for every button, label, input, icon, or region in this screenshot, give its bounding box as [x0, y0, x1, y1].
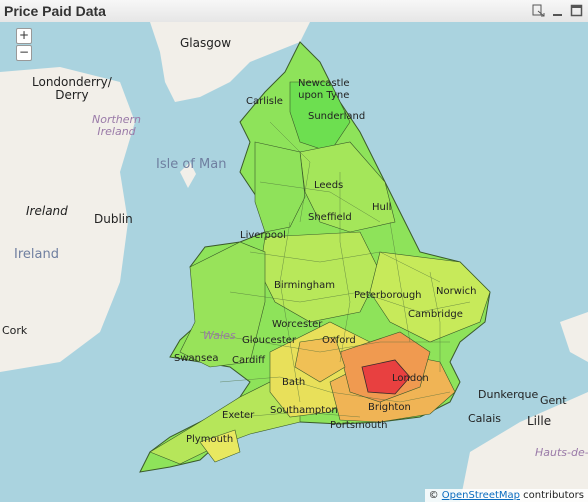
- window-title: Price Paid Data: [4, 3, 106, 19]
- label-gent: Gent: [540, 394, 567, 407]
- label-lille: Lille: [527, 414, 552, 428]
- label-carlisle: Carlisle: [246, 96, 283, 107]
- label-gloucester: Gloucester: [242, 335, 297, 346]
- attribution-prefix: ©: [428, 490, 442, 501]
- label-londonderry: Londonderry/ Derry: [32, 75, 112, 102]
- label-swansea: Swansea: [174, 353, 219, 364]
- label-sheffield: Sheffield: [308, 212, 352, 223]
- window-controls: [531, 3, 584, 18]
- label-sunderland: Sunderland: [308, 111, 366, 122]
- window-titlebar: Price Paid Data: [0, 0, 588, 23]
- label-norwich: Norwich: [436, 286, 477, 297]
- label-exeter: Exeter: [222, 410, 255, 421]
- label-glasgow: Glasgow: [180, 36, 232, 50]
- map-attribution: © OpenStreetMap contributors: [424, 489, 588, 502]
- region-wales: [179, 241, 266, 368]
- attribution-suffix: contributors: [520, 490, 584, 501]
- label-southampton: Southampton: [270, 405, 338, 416]
- label-london: London: [392, 373, 429, 384]
- label-bath: Bath: [282, 377, 306, 388]
- label-cork: Cork: [2, 324, 28, 337]
- label-plymouth: Plymouth: [186, 434, 234, 445]
- label-hull: Hull: [372, 202, 392, 213]
- label-cardiff: Cardiff: [232, 355, 266, 366]
- osm-link[interactable]: OpenStreetMap: [442, 490, 520, 501]
- label-peterborough: Peterborough: [354, 290, 422, 301]
- minimize-icon[interactable]: [550, 3, 565, 18]
- map-canvas[interactable]: + − Glasgow Londonderry/ Derry Northern …: [0, 22, 588, 502]
- label-dublin: Dublin: [94, 212, 133, 226]
- label-cambridge: Cambridge: [408, 309, 463, 320]
- label-newcastle: Newcastle upon Tyne: [298, 78, 350, 101]
- zoom-out-button[interactable]: −: [16, 45, 32, 61]
- label-calais: Calais: [468, 412, 502, 425]
- label-brighton: Brighton: [368, 402, 411, 413]
- label-leeds: Leeds: [314, 180, 344, 191]
- label-dunkerque: Dunkerque: [478, 388, 539, 401]
- label-birmingham: Birmingham: [274, 280, 335, 291]
- land-netherlands: [560, 312, 588, 362]
- label-isle-of-man: Isle of Man: [156, 157, 227, 172]
- label-ireland-country: Ireland: [14, 247, 59, 262]
- label-portsmouth: Portsmouth: [330, 420, 388, 431]
- export-icon[interactable]: [531, 3, 546, 18]
- label-wales: Wales: [203, 329, 236, 342]
- maximize-icon[interactable]: [569, 3, 584, 18]
- label-liverpool: Liverpool: [240, 230, 286, 241]
- label-oxford: Oxford: [322, 335, 356, 346]
- zoom-controls: + −: [16, 28, 32, 61]
- label-northern-ireland: Northern Ireland: [92, 113, 142, 138]
- label-ireland-region: Ireland: [26, 204, 68, 218]
- label-hauts-de: Hauts-de-: [535, 446, 588, 459]
- label-worcester: Worcester: [272, 319, 323, 330]
- zoom-in-button[interactable]: +: [16, 28, 32, 44]
